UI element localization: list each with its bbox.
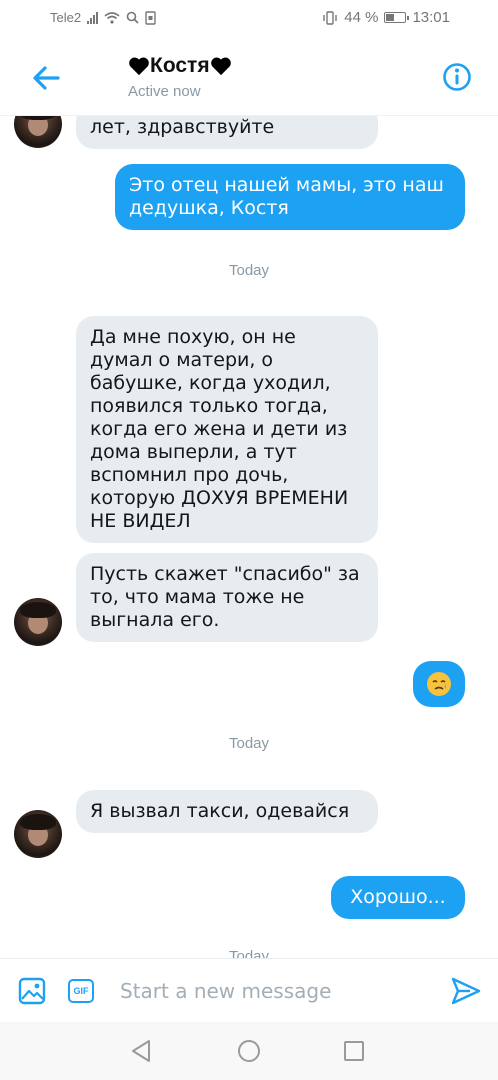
battery-icon [384, 12, 410, 23]
avatar[interactable] [14, 598, 62, 646]
nav-back-icon[interactable] [130, 1039, 152, 1063]
black-heart-icon [129, 57, 149, 76]
screenshot-icon [145, 10, 156, 25]
vibrate-icon [323, 10, 337, 25]
info-icon[interactable] [442, 62, 472, 92]
gif-button[interactable]: GIF [68, 979, 94, 1003]
timestamp: Today [228, 948, 270, 958]
conversation-title[interactable]: Костя [128, 54, 232, 78]
back-arrow-icon[interactable] [28, 60, 64, 96]
message-bubble-sent[interactable] [413, 661, 465, 707]
message-list[interactable]: лет, здравствуйте Это отец нашей мамы, э… [0, 116, 498, 958]
status-bar: Tele2 44 % 13:01 [0, 0, 498, 38]
search-icon [126, 11, 139, 24]
wifi-icon [104, 11, 120, 24]
nav-recents-icon[interactable] [343, 1040, 365, 1062]
timestamp: Today [228, 262, 270, 279]
smiling-face-with-tear-icon [427, 672, 451, 696]
black-heart-icon [210, 57, 231, 76]
message-bubble-received[interactable]: Я вызвал такси, одевайся [76, 790, 378, 833]
message-bubble-received[interactable]: Да мне похую, он не думал о матери, о ба… [76, 316, 378, 543]
battery-percent: 44 % [344, 9, 379, 26]
timestamp: Today [228, 735, 270, 752]
send-icon[interactable] [450, 975, 482, 1007]
contact-name: Костя [150, 54, 210, 77]
message-bubble-received[interactable]: Пусть скажет "спасибо" за то, что мама т… [76, 553, 378, 642]
message-bubble-sent[interactable]: Хорошо... [331, 876, 465, 919]
avatar[interactable] [14, 116, 62, 148]
system-navigation-bar [0, 1022, 498, 1080]
message-input[interactable] [120, 975, 430, 1007]
presence-status: Active now [128, 83, 201, 100]
signal-icon [87, 11, 99, 24]
nav-home-icon[interactable] [237, 1039, 261, 1063]
avatar[interactable] [14, 810, 62, 858]
carrier-name: Tele2 [50, 10, 82, 25]
message-bubble-sent[interactable]: Это отец нашей мамы, это наш дедушка, Ко… [115, 164, 465, 230]
clock: 13:01 [412, 9, 450, 26]
image-icon[interactable] [18, 977, 46, 1005]
message-bubble-received[interactable]: лет, здравствуйте [76, 116, 378, 149]
compose-bar: GIF [0, 958, 498, 1022]
conversation-header: Костя Active now [0, 38, 498, 116]
